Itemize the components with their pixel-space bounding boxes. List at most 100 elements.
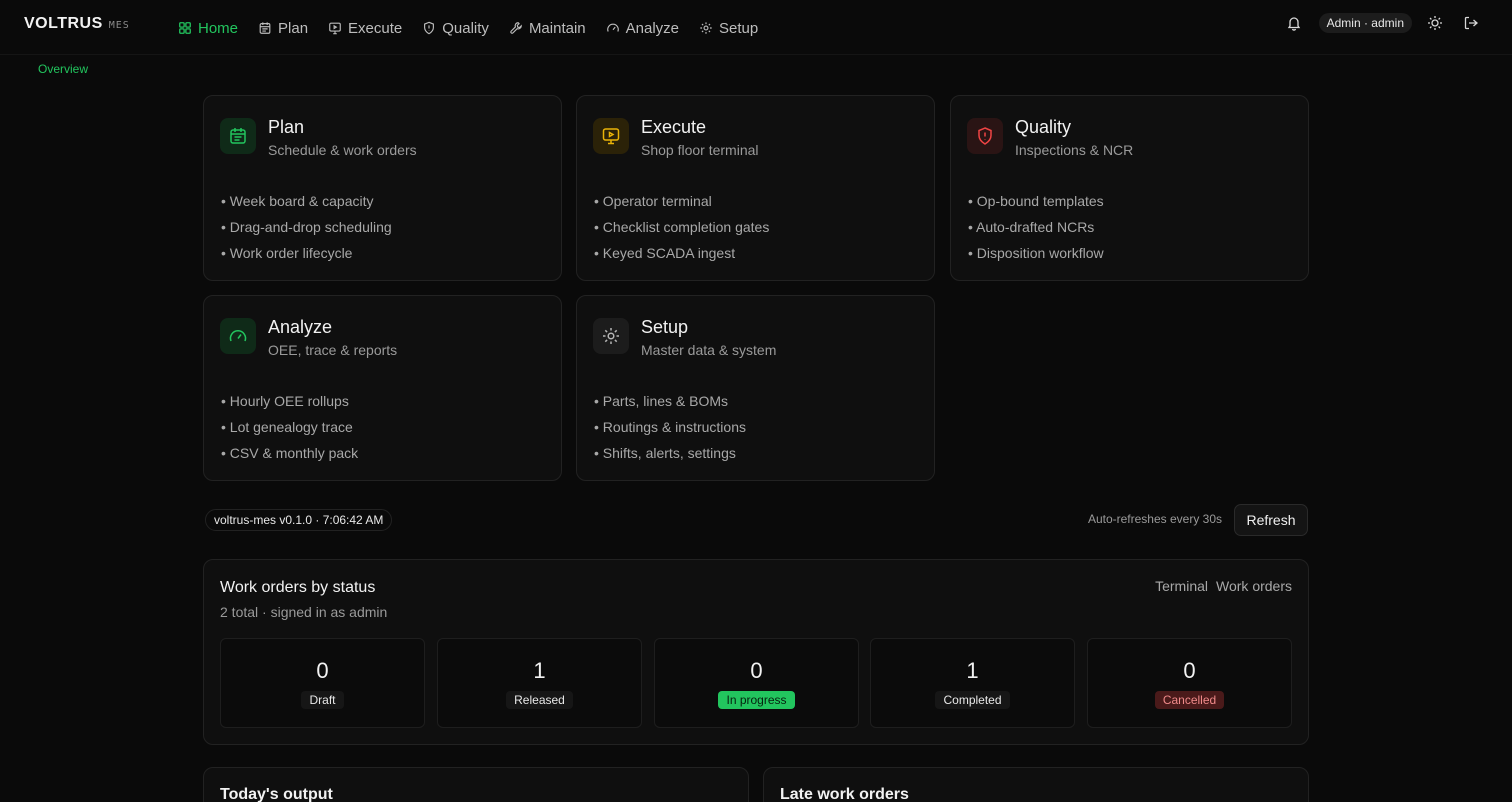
todays-output-panel: Today's output — [203, 767, 749, 802]
gauge-icon — [220, 318, 256, 354]
app-logo[interactable]: VOLTRUS MES — [24, 15, 130, 33]
nav-label: Setup — [719, 19, 759, 37]
module-feature-list: Op-bound templates Auto-drafted NCRs Dis… — [968, 192, 1104, 270]
module-feature-list: Parts, lines & BOMs Routings & instructi… — [594, 392, 746, 470]
module-subtitle: Shop floor terminal — [641, 142, 759, 158]
module-title: Setup — [641, 317, 689, 337]
gear-icon — [699, 21, 713, 35]
module-feature: CSV & monthly pack — [221, 444, 358, 470]
module-subtitle: Inspections & NCR — [1015, 142, 1134, 158]
nav-label: Execute — [348, 19, 403, 37]
module-feature: Lot genealogy trace — [221, 418, 358, 444]
status-card-released[interactable]: 1 Released — [437, 638, 642, 728]
module-feature: Parts, lines & BOMs — [594, 392, 746, 418]
panel-title: Work orders by status — [220, 579, 376, 596]
module-subtitle: OEE, trace & reports — [268, 342, 398, 358]
module-subtitle: Schedule & work orders — [268, 142, 417, 158]
gear-icon — [593, 318, 629, 354]
nav-item-maintain[interactable]: Maintain — [501, 14, 594, 42]
monitor-icon — [328, 21, 342, 35]
status-card-in-progress[interactable]: 0 In progress — [654, 638, 859, 728]
late-work-orders-panel: Late work orders — [763, 767, 1309, 802]
status-count: 0 — [1183, 658, 1196, 683]
module-card-setup[interactable]: Setup Master data & system Parts, lines … — [576, 295, 935, 481]
module-feature: Disposition workflow — [968, 244, 1104, 270]
status-card-draft[interactable]: 0 Draft — [220, 638, 425, 728]
module-card-plan[interactable]: Plan Schedule & work orders Week board &… — [203, 95, 562, 281]
shield-icon — [967, 118, 1003, 154]
panel-subtitle: 2 total · signed in as admin — [220, 604, 388, 620]
user-menu[interactable]: Admin · admin — [1318, 13, 1412, 33]
status-card-completed[interactable]: 1 Completed — [870, 638, 1075, 728]
module-feature: Auto-drafted NCRs — [968, 218, 1104, 244]
module-feature: Shifts, alerts, settings — [594, 444, 746, 470]
wrench-icon — [509, 21, 523, 35]
module-feature: Keyed SCADA ingest — [594, 244, 769, 270]
module-feature: Work order lifecycle — [221, 244, 392, 270]
module-feature-list: Operator terminal Checklist completion g… — [594, 192, 770, 270]
module-feature: Drag-and-drop scheduling — [221, 218, 392, 244]
calendar-icon — [258, 21, 272, 35]
status-count: 1 — [966, 658, 979, 683]
nav-label: Plan — [278, 19, 309, 37]
status-badge: Completed — [935, 691, 1010, 709]
shield-icon — [422, 21, 436, 35]
nav-item-setup[interactable]: Setup — [691, 14, 766, 42]
calendar-icon — [220, 118, 256, 154]
grid-icon — [178, 21, 192, 35]
gauge-icon — [606, 21, 620, 35]
status-badge: In progress — [718, 691, 795, 709]
status-count: 1 — [533, 658, 546, 683]
bell-icon[interactable] — [1283, 12, 1305, 34]
nav-label: Maintain — [528, 19, 586, 37]
monitor-icon — [593, 118, 629, 154]
module-card-execute[interactable]: Execute Shop floor terminal Operator ter… — [576, 95, 935, 281]
nav-item-home[interactable]: Home — [170, 14, 246, 42]
module-title: Analyze — [268, 317, 333, 337]
subnav-overview[interactable]: Overview — [38, 62, 88, 76]
module-card-quality[interactable]: Quality Inspections & NCR Op-bound templ… — [950, 95, 1309, 281]
nav-label: Home — [198, 19, 239, 37]
status-badge: Cancelled — [1154, 691, 1225, 709]
module-title: Execute — [641, 117, 707, 137]
terminal-link[interactable]: Terminal — [1155, 578, 1208, 594]
panel-title: Today's output — [220, 786, 333, 802]
nav-item-plan[interactable]: Plan — [250, 14, 316, 42]
refresh-button[interactable]: Refresh — [1234, 504, 1308, 536]
main-nav: Home Plan Execute Quality Maintain Analy… — [170, 14, 770, 42]
brand-suffix: MES — [108, 20, 130, 31]
nav-item-execute[interactable]: Execute — [320, 14, 410, 42]
module-feature: Hourly OEE rollups — [221, 392, 358, 418]
module-feature: Op-bound templates — [968, 192, 1104, 218]
module-title: Plan — [268, 117, 305, 137]
nav-item-quality[interactable]: Quality — [414, 14, 497, 42]
sun-icon[interactable] — [1424, 12, 1446, 34]
module-subtitle: Master data & system — [641, 342, 777, 358]
status-count: 0 — [316, 658, 329, 683]
module-feature: Routings & instructions — [594, 418, 746, 444]
work-orders-link[interactable]: Work orders — [1216, 578, 1292, 594]
auto-refresh-text: Auto-refreshes every 30s — [1087, 512, 1222, 526]
brand-name: VOLTRUS — [24, 15, 103, 32]
logout-icon[interactable] — [1460, 12, 1482, 34]
status-card-cancelled[interactable]: 0 Cancelled — [1087, 638, 1292, 728]
top-bar: VOLTRUS MES Home Plan Execute Quality Ma… — [0, 0, 1512, 55]
nav-item-analyze[interactable]: Analyze — [598, 14, 687, 42]
module-feature: Checklist completion gates — [594, 218, 770, 244]
nav-label: Analyze — [625, 19, 680, 37]
status-count: 0 — [750, 658, 763, 683]
module-title: Quality — [1015, 117, 1072, 137]
module-feature: Operator terminal — [594, 192, 769, 218]
nav-label: Quality — [442, 19, 489, 37]
work-orders-panel: Work orders by status 2 total · signed i… — [203, 559, 1309, 745]
version-badge: voltrus-mes v0.1.0 · 7:06:42 AM — [205, 509, 393, 531]
status-badge: Released — [506, 691, 573, 709]
module-card-analyze[interactable]: Analyze OEE, trace & reports Hourly OEE … — [203, 295, 562, 481]
module-feature: Week board & capacity — [221, 192, 392, 218]
panel-title: Late work orders — [780, 786, 909, 802]
panel-links: Terminal Work orders — [1147, 578, 1292, 594]
top-right-actions: Admin · admin — [1283, 12, 1482, 34]
module-feature-list: Hourly OEE rollups Lot genealogy trace C… — [221, 392, 358, 470]
status-badge: Draft — [301, 691, 344, 709]
module-feature-list: Week board & capacity Drag-and-drop sche… — [221, 192, 392, 270]
